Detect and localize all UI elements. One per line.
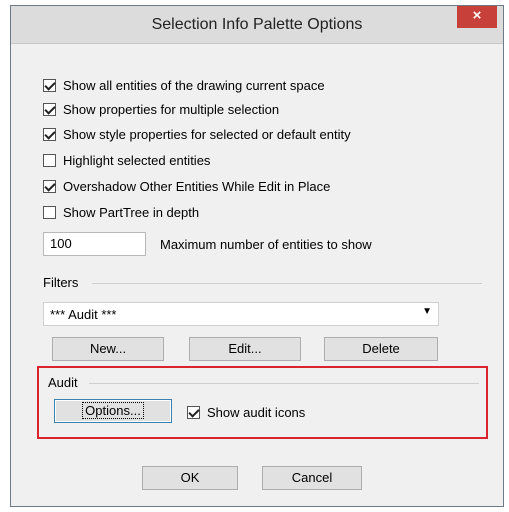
max-entities-input[interactable]: 100: [43, 232, 146, 256]
audit-divider: [89, 383, 479, 384]
checkbox-box[interactable]: [43, 127, 56, 141]
close-icon: ×: [472, 7, 482, 24]
checkbox-box[interactable]: [43, 102, 56, 116]
audit-options-button[interactable]: Options...: [54, 399, 172, 423]
title-bar: Selection Info Palette Options ×: [11, 6, 503, 44]
ok-button[interactable]: OK: [142, 466, 238, 490]
chevron-down-icon: ▼: [422, 306, 432, 317]
checkbox-label: Show all entities of the drawing current…: [63, 77, 325, 93]
checkbox-box[interactable]: [43, 153, 56, 167]
checkbox-label: Overshadow Other Entities While Edit in …: [63, 178, 331, 194]
checkbox-show-audit-icons[interactable]: Show audit icons: [187, 403, 305, 421]
delete-filter-button[interactable]: Delete: [324, 337, 438, 361]
checkbox-box[interactable]: [187, 405, 200, 419]
filter-select[interactable]: *** Audit *** ▼: [43, 302, 439, 326]
new-filter-button[interactable]: New...: [52, 337, 164, 361]
cancel-button[interactable]: Cancel: [262, 466, 362, 490]
checkbox-highlight-selected[interactable]: Highlight selected entities: [43, 151, 210, 169]
audit-group-label: Audit: [48, 375, 82, 390]
checkbox-label: Show PartTree in depth: [63, 204, 200, 220]
checkbox-label: Highlight selected entities: [63, 152, 211, 168]
filters-divider: [92, 283, 482, 284]
checkbox-label: Show style properties for selected or de…: [63, 126, 351, 142]
checkbox-parttree-depth[interactable]: Show PartTree in depth: [43, 203, 199, 221]
checkbox-style-properties[interactable]: Show style properties for selected or de…: [43, 125, 351, 143]
edit-filter-button[interactable]: Edit...: [189, 337, 301, 361]
checkbox-box[interactable]: [43, 179, 56, 193]
checkbox-multiple-selection[interactable]: Show properties for multiple selection: [43, 100, 279, 118]
checkbox-label: Show properties for multiple selection: [63, 101, 280, 117]
checkbox-box[interactable]: [43, 78, 56, 92]
checkbox-overshadow[interactable]: Overshadow Other Entities While Edit in …: [43, 177, 330, 195]
filters-group-label: Filters: [43, 275, 83, 290]
checkbox-label: Show audit icons: [207, 404, 306, 420]
dialog-title: Selection Info Palette Options: [151, 16, 363, 33]
filter-select-value: *** Audit ***: [50, 307, 117, 322]
max-entities-label: Maximum number of entities to show: [160, 237, 372, 252]
checkbox-show-all-entities[interactable]: Show all entities of the drawing current…: [43, 76, 325, 94]
checkbox-box[interactable]: [43, 205, 56, 219]
audit-options-label: Options...: [82, 402, 144, 419]
close-button[interactable]: ×: [457, 6, 497, 28]
